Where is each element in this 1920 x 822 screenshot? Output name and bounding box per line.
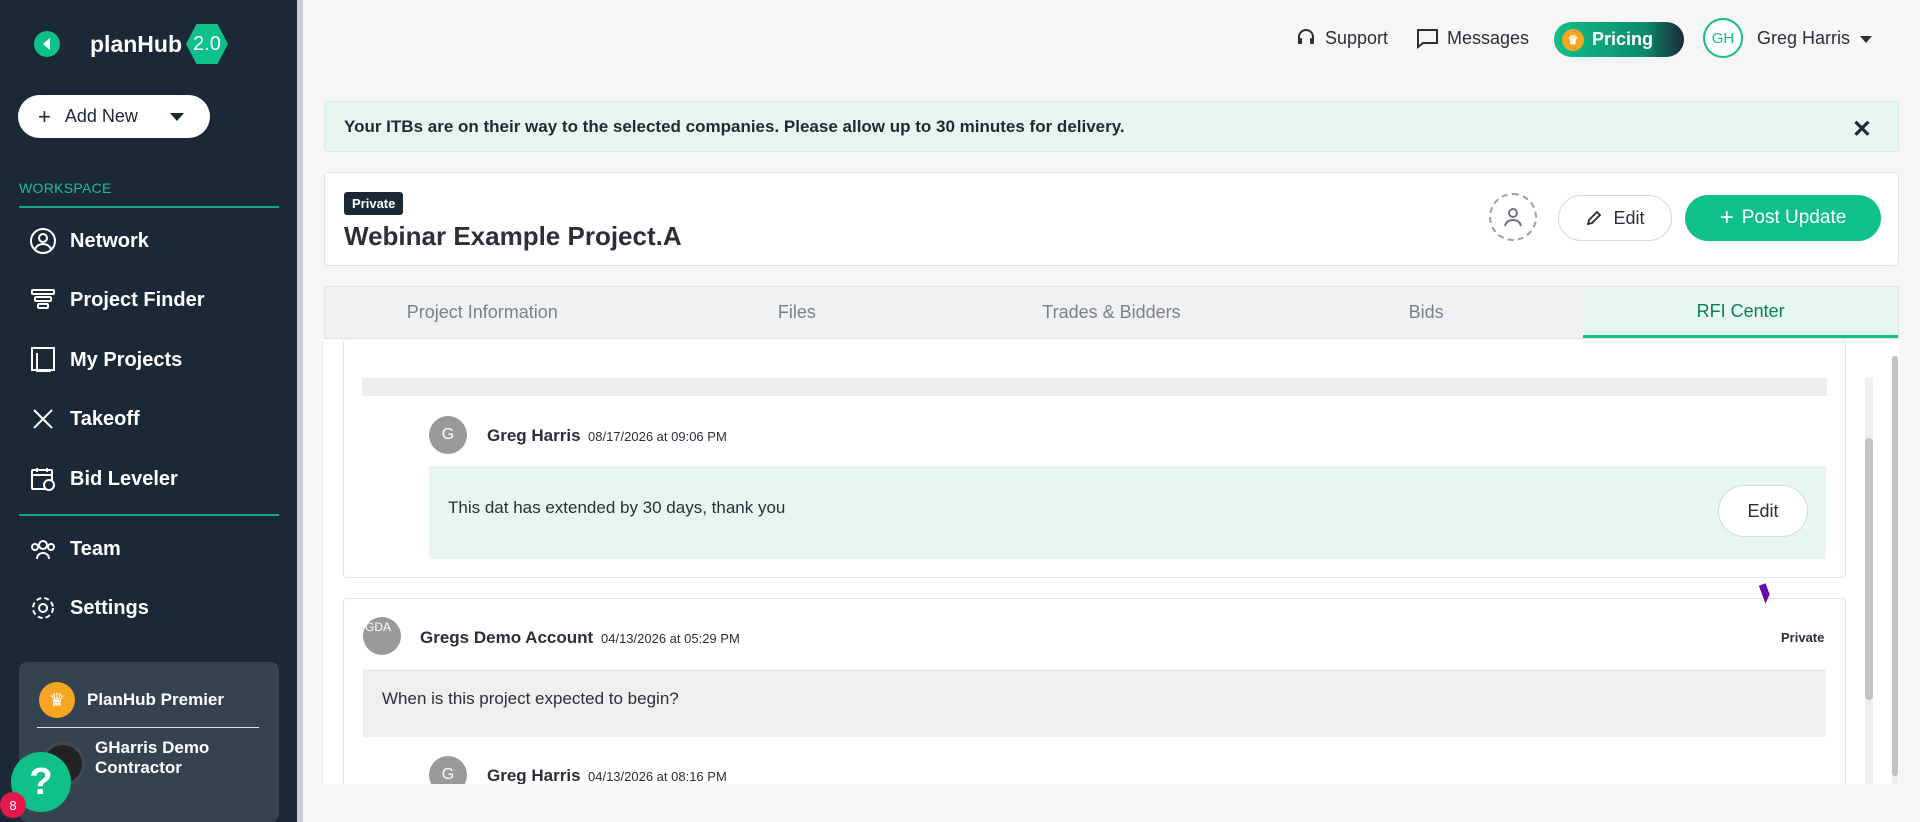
avatar: GDA [363,617,401,655]
sidebar-item-project-finder[interactable]: Project Finder [28,285,204,315]
divider [19,514,279,516]
chat-icon [1415,27,1439,49]
edit-label: Edit [1613,207,1645,228]
reply-date: 08/17/2026 at 09:06 PM [588,429,727,444]
sidebar-item-settings[interactable]: Settings [28,593,149,623]
question-author: Gregs Demo Account [420,628,594,647]
question-date: 04/13/2026 at 05:29 PM [601,631,740,646]
question-box: When is this project expected to begin? [363,669,1826,737]
sidebar-item-label: Takeoff [70,407,140,430]
reply-box: This dat has extended by 30 days, thank … [429,466,1826,559]
ruler-pencil-icon [28,404,58,434]
project-header: Private Webinar Example Project.A Edit +… [324,172,1899,266]
topbar: Support Messages ♛ Pricing GH Greg Harri… [303,0,1920,77]
tab-project-information[interactable]: Project Information [325,287,640,338]
logo-text[interactable]: planHub [90,31,182,58]
divider [37,727,259,728]
post-update-button[interactable]: + Post Update [1685,195,1881,241]
sidebar-item-bid-leveler[interactable]: Bid Leveler [28,464,178,494]
reply-author: Greg Harris [487,426,581,445]
section-label-workspace: WORKSPACE [19,180,112,196]
messages-label: Messages [1447,27,1530,48]
sidebar-item-label: Settings [70,596,149,619]
sidebar-item-network[interactable]: Network [28,226,149,256]
premier-header: ♛ PlanHub Premier [39,682,224,718]
divider [19,206,279,208]
user-icon [1504,208,1522,227]
tab-trades-bidders[interactable]: Trades & Bidders [954,287,1269,338]
reply-author: Greg Harris [487,766,581,785]
edit-project-button[interactable]: Edit [1558,195,1672,241]
sidebar-item-label: Team [70,537,121,560]
headset-icon [1295,27,1317,49]
sidebar-item-my-projects[interactable]: My Projects [28,345,182,375]
edit-reply-button[interactable]: Edit [1718,485,1808,537]
scrollbar-thumb[interactable] [1892,356,1898,776]
pricing-label: Pricing [1592,29,1654,49]
chevron-down-icon [170,113,184,121]
help-label: ? [29,760,53,803]
crown-icon: ♛ [1562,28,1584,51]
company-name[interactable]: GHarris Demo Contractor [95,738,245,778]
sidebar-item-label: Network [70,229,149,252]
add-new-label: Add New [64,106,138,126]
assign-user-button[interactable] [1489,193,1537,241]
sidebar-item-label: Bid Leveler [70,467,178,490]
banner-text: Your ITBs are on their way to the select… [344,116,1125,136]
question-text: When is this project expected to begin? [382,689,679,708]
page-footer-area [303,784,1920,822]
support-link[interactable]: Support [1295,27,1388,49]
tab-rfi-center[interactable]: RFI Center [1583,287,1898,338]
plus-icon: + [1719,204,1734,231]
notification-banner: Your ITBs are on their way to the select… [324,101,1899,152]
calendar-clock-icon [28,464,58,494]
post-update-label: Post Update [1741,207,1847,228]
sidebar-item-label: My Projects [70,348,183,371]
sidebar-item-takeoff[interactable]: Takeoff [28,404,140,434]
gear-icon [28,593,58,623]
crown-icon: ♛ [39,682,75,718]
sidebar-item-team[interactable]: Team [28,534,121,564]
reply-date: 04/13/2026 at 08:16 PM [588,769,727,784]
version-badge: 2.0 [186,24,228,64]
sidebar-resize-edge [297,0,303,822]
scrollbar-thumb[interactable] [1865,438,1873,700]
pencil-icon [1585,209,1603,227]
page-title: Webinar Example Project.A [344,221,682,251]
brand: planHub 2.0 [34,24,228,64]
messages-link[interactable]: Messages [1415,27,1529,49]
avatar: G [429,416,467,454]
user-name[interactable]: Greg Harris [1757,28,1850,49]
project-tabs: Project Information Files Trades & Bidde… [324,286,1899,339]
pricing-button[interactable]: ♛ Pricing [1554,22,1684,57]
tab-files[interactable]: Files [640,287,955,338]
close-icon[interactable]: ✕ [1852,115,1872,144]
documents-icon [28,345,58,375]
avatar[interactable]: GH [1703,18,1743,58]
plus-icon: + [38,103,51,129]
filter-stack-icon [28,285,58,315]
question-box [362,378,1827,396]
visibility-label: Private [1781,630,1825,645]
team-icon [28,534,58,564]
status-badge: Private [344,192,404,215]
collapse-sidebar-button[interactable] [34,31,60,57]
chevron-down-icon[interactable] [1860,36,1872,43]
user-circle-icon [28,226,58,256]
sidebar: planHub 2.0 + Add New WORKSPACE Network … [0,0,297,822]
add-new-button[interactable]: + Add New [18,95,210,138]
support-label: Support [1325,27,1389,48]
tab-bids[interactable]: Bids [1269,287,1584,338]
notification-count-badge: 8 [0,792,26,818]
sidebar-item-label: Project Finder [70,288,205,311]
reply-text: This dat has extended by 30 days, thank … [448,498,786,517]
premier-title: PlanHub Premier [87,690,224,709]
